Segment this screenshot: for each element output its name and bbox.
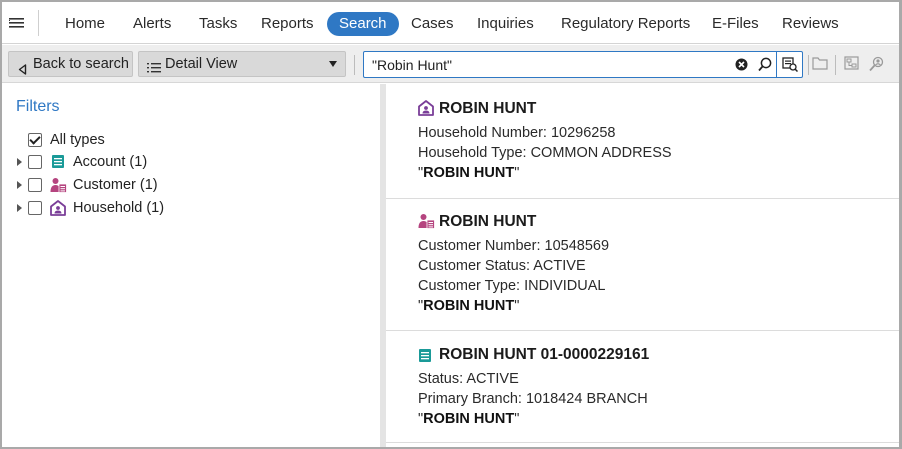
toolbar-divider [354, 55, 355, 75]
result-title[interactable]: ROBIN HUNT 01-0000229161 [439, 346, 649, 364]
clear-icon[interactable] [735, 58, 748, 74]
back-to-search-label: Back to search [33, 56, 129, 72]
search-icon[interactable] [758, 57, 772, 75]
nav-divider [38, 10, 39, 36]
customer-icon [418, 213, 435, 232]
nav-tasks[interactable]: Tasks [187, 12, 249, 36]
customer-icon [50, 177, 67, 199]
filter-all-types: All types [2, 130, 302, 150]
result-card-customer[interactable]: ROBIN HUNT Customer Number: 10548569 Cus… [386, 199, 899, 331]
result-detail: Customer Status: ACTIVE [418, 258, 586, 274]
account-icon [418, 348, 432, 366]
account-filter-label: Account (1) [73, 154, 148, 170]
view-select[interactable]: Detail View [138, 51, 346, 77]
result-card-account[interactable]: ROBIN HUNT 01-0000229161 Status: ACTIVE … [386, 331, 899, 443]
result-title[interactable]: ROBIN HUNT [439, 100, 536, 118]
search-input[interactable] [364, 52, 724, 77]
folder-icon[interactable] [812, 56, 828, 73]
result-detail: Household Number: 10296258 [418, 125, 616, 141]
customer-checkbox[interactable] [28, 178, 42, 192]
top-navigation: Home Alerts Tasks Reports Search Cases I… [2, 2, 899, 44]
match-text: ROBIN HUNT [423, 165, 515, 181]
result-match: "ROBIN HUNT" [418, 298, 520, 314]
nav-e-files[interactable]: E-Files [700, 12, 771, 36]
nav-search[interactable]: Search [327, 12, 399, 36]
result-title[interactable]: ROBIN HUNT [439, 213, 536, 231]
household-checkbox[interactable] [28, 201, 42, 215]
search-results: ROBIN HUNT Household Number: 10296258 Ho… [386, 84, 899, 447]
filters-title: Filters [16, 98, 60, 115]
all-types-label: All types [50, 132, 105, 148]
nav-home[interactable]: Home [53, 12, 117, 36]
nav-reports[interactable]: Reports [249, 12, 326, 36]
nav-reviews[interactable]: Reviews [770, 12, 851, 36]
back-arrow-icon [18, 59, 27, 83]
filter-item-customer: Customer (1) [2, 175, 302, 195]
expand-icon[interactable] [17, 158, 22, 166]
nav-alerts[interactable]: Alerts [121, 12, 183, 36]
match-text: ROBIN HUNT [423, 411, 515, 427]
household-icon [418, 100, 434, 119]
filters-panel: Filters All types Account (1) Customer (… [2, 84, 380, 447]
household-filter-label: Household (1) [73, 200, 165, 216]
back-to-search-button[interactable]: Back to search [8, 51, 133, 77]
toolbar-divider [808, 55, 809, 75]
customer-filter-label: Customer (1) [73, 177, 158, 193]
filter-item-household: Household (1) [2, 198, 302, 218]
view-select-value: Detail View [165, 56, 238, 72]
menu-icon[interactable] [8, 14, 26, 32]
account-checkbox[interactable] [28, 155, 42, 169]
nav-inquiries[interactable]: Inquiries [465, 12, 546, 36]
match-text: ROBIN HUNT [423, 298, 515, 314]
advanced-search-icon[interactable] [776, 52, 802, 77]
search-toolbar: Back to search Detail View [2, 45, 899, 83]
expand-icon[interactable] [17, 181, 22, 189]
result-detail: Customer Type: INDIVIDUAL [418, 278, 606, 294]
account-icon [51, 154, 65, 175]
network-icon[interactable] [844, 56, 860, 74]
chevron-down-icon [329, 61, 337, 67]
result-detail: Customer Number: 10548569 [418, 238, 610, 254]
nav-regulatory-reports[interactable]: Regulatory Reports [549, 12, 702, 36]
expand-icon[interactable] [17, 204, 22, 212]
nav-cases[interactable]: Cases [399, 12, 466, 36]
list-view-icon [147, 58, 161, 82]
toolbar-divider [835, 55, 836, 75]
result-match: "ROBIN HUNT" [418, 411, 520, 427]
all-types-checkbox[interactable] [28, 133, 42, 147]
result-detail: Status: ACTIVE [418, 371, 519, 387]
result-card-household[interactable]: ROBIN HUNT Household Number: 10296258 Ho… [386, 84, 899, 199]
result-match: "ROBIN HUNT" [418, 165, 520, 181]
user-search-icon[interactable] [868, 56, 886, 75]
result-detail: Household Type: COMMON ADDRESS [418, 145, 672, 161]
search-box [363, 51, 803, 78]
household-icon [50, 200, 66, 222]
app-window: Home Alerts Tasks Reports Search Cases I… [2, 2, 899, 447]
filter-item-account: Account (1) [2, 152, 302, 172]
result-detail: Primary Branch: 1018424 BRANCH [418, 391, 648, 407]
